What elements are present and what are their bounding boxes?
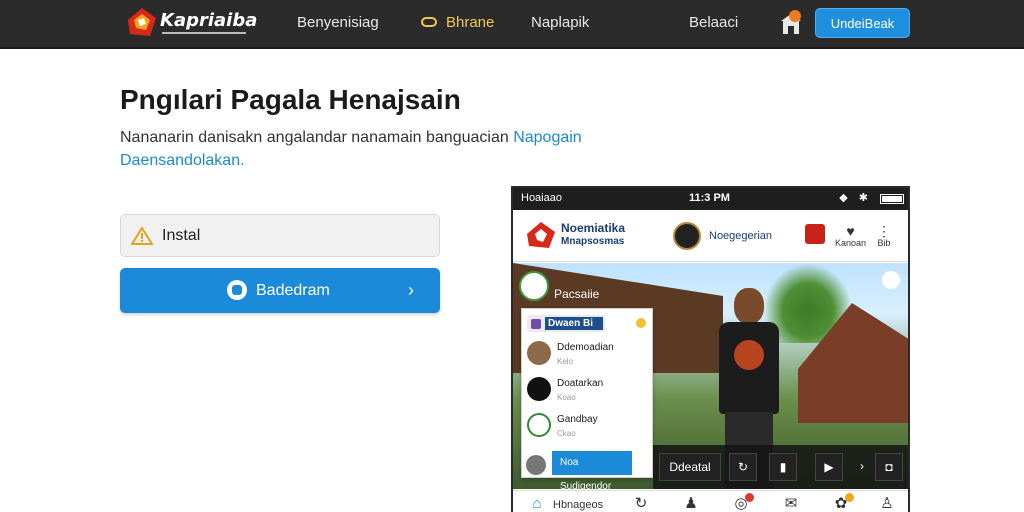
chat-list-header-label: Dwaen Bi <box>545 317 603 330</box>
overlay-button-label: Ddeatal <box>669 460 711 474</box>
mail-icon[interactable]: ✉ <box>781 495 801 512</box>
warning-icon <box>131 226 153 245</box>
chat-cta-button[interactable]: Noa Sudjgendor <box>552 451 632 492</box>
chat-icon[interactable]: ▶ <box>815 453 843 481</box>
nav-link-2[interactable]: Bhrane <box>446 14 494 31</box>
app-title-sub: Mnapsosmas <box>561 236 625 247</box>
download-button[interactable]: Badedram › <box>120 268 440 313</box>
photo-person-head <box>734 288 764 324</box>
app-header: Noemiatika Mnapsosmas Noegegerian ♥ Kano… <box>513 210 908 262</box>
list-item[interactable]: Doatarkan Koao <box>527 375 652 409</box>
nav-link-4[interactable]: Belaaci <box>689 14 738 31</box>
phone-status-bar: Hoaiaao 11:3 PM ◆ ✱ <box>513 188 908 210</box>
bag-badge <box>845 493 854 502</box>
avatar <box>527 341 551 365</box>
toggle-icon <box>421 17 437 27</box>
chevron-right-icon: › <box>408 280 414 300</box>
overlay-button[interactable]: Ddeatal <box>659 453 721 481</box>
chat-sub: Kelo <box>557 357 574 366</box>
home-icon[interactable]: ⌂ <box>527 495 547 512</box>
nav-link-1[interactable]: Benyenisiag <box>297 14 379 31</box>
profile-tab-icon[interactable]: ♙ <box>877 495 897 512</box>
phone-mockup: Hoaiaao 11:3 PM ◆ ✱ Noemiatika Mnapsosma… <box>511 186 910 512</box>
user-name[interactable]: Noegegerian <box>709 230 772 242</box>
chevron-right-icon-small[interactable]: › <box>855 453 869 481</box>
page-description: Nananarin danisakn angalandar nanamain b… <box>120 126 620 172</box>
avatar <box>527 377 551 401</box>
install-label: Instal <box>162 227 201 244</box>
brand-logo[interactable]: Kapriaiba <box>124 6 257 38</box>
share-icon[interactable]: ↻ <box>729 453 757 481</box>
action-menu[interactable]: ⋮ Bib <box>877 224 891 248</box>
download-label: Badedram <box>256 282 330 299</box>
chat-list-icon <box>531 319 541 329</box>
app-title: Noemiatika Mnapsosmas <box>561 222 625 248</box>
brand-name: Kapriaiba <box>160 9 258 31</box>
chat-list-header[interactable]: Dwaen Bi <box>527 315 605 332</box>
install-field[interactable]: Instal <box>120 214 440 257</box>
avatar <box>527 413 551 437</box>
story-avatar[interactable] <box>519 271 549 301</box>
action-profile[interactable]: ♥ Kanoan <box>835 224 866 248</box>
brand-logo-icon <box>128 8 156 36</box>
notification-badge-small <box>745 493 754 502</box>
chat-list-status-dot <box>636 318 646 328</box>
chat-name: Doatarkan <box>557 378 604 389</box>
description-link[interactable]: Napogain <box>513 129 582 146</box>
description-text: Nananarin danisakn angalandar nanamain b… <box>120 129 514 146</box>
page-title: Pngılari Pagala Henajsain <box>120 84 461 115</box>
status-left: Hoaiaao <box>521 192 562 204</box>
photo-action-bar: Ddeatal ↻ ▮ ▶ › ◘ <box>653 445 908 489</box>
list-item[interactable]: Ddemoadian Kelo <box>527 339 652 373</box>
action-menu-label: Bib <box>877 238 891 248</box>
chat-list-popup: Dwaen Bi Ddemoadian Kelo Doatarkan Koao … <box>521 308 653 492</box>
nav-link-3[interactable]: Naplapik <box>531 14 589 31</box>
stats-icon[interactable]: ▮ <box>769 453 797 481</box>
list-item[interactable]: Gandbay Ckao <box>527 411 652 445</box>
camera-icon[interactable] <box>882 271 900 289</box>
chat-name: Gandbay <box>557 414 598 425</box>
app-badge-icon[interactable] <box>805 224 825 244</box>
brand-underline <box>162 32 246 34</box>
user-avatar[interactable] <box>673 222 701 250</box>
header-cta-button[interactable]: UndeiBeak <box>815 8 910 38</box>
chat-name: Ddemoadian <box>557 342 614 353</box>
description-link-2[interactable]: Daensandolakan. <box>120 152 245 169</box>
people-icon[interactable]: ♟ <box>681 495 701 512</box>
app-logo-icon[interactable] <box>525 220 557 250</box>
chat-sub: Ckao <box>557 429 576 438</box>
status-time: 11:3 PM <box>689 192 730 204</box>
notification-badge <box>789 10 801 22</box>
camera-icon-small[interactable]: ◘ <box>875 453 903 481</box>
profile-icon: ♥ <box>846 223 855 239</box>
story-label: Pacsaiie <box>554 287 600 301</box>
action-profile-label: Kanoan <box>835 238 867 248</box>
signal-icon: ◆ ✱ <box>839 192 872 204</box>
photo-person-print <box>734 340 764 370</box>
top-navigation: Kapriaiba Benyenisiag Bhrane Naplapik Be… <box>0 0 1024 49</box>
chat-sub: Koao <box>557 393 576 402</box>
tab-label: Hbnageos <box>553 499 604 511</box>
app-title-main: Noemiatika <box>561 221 626 235</box>
menu-icon: ⋮ <box>877 223 891 239</box>
refresh-icon[interactable]: ↻ <box>631 495 651 512</box>
battery-icon <box>880 194 904 204</box>
bottom-tab-bar: ⌂ Hbnageos ↻ ♟ ◎ ✉ ✿ ♙ <box>513 490 908 512</box>
chat-mini-avatar[interactable] <box>526 455 546 475</box>
download-icon <box>227 280 247 300</box>
